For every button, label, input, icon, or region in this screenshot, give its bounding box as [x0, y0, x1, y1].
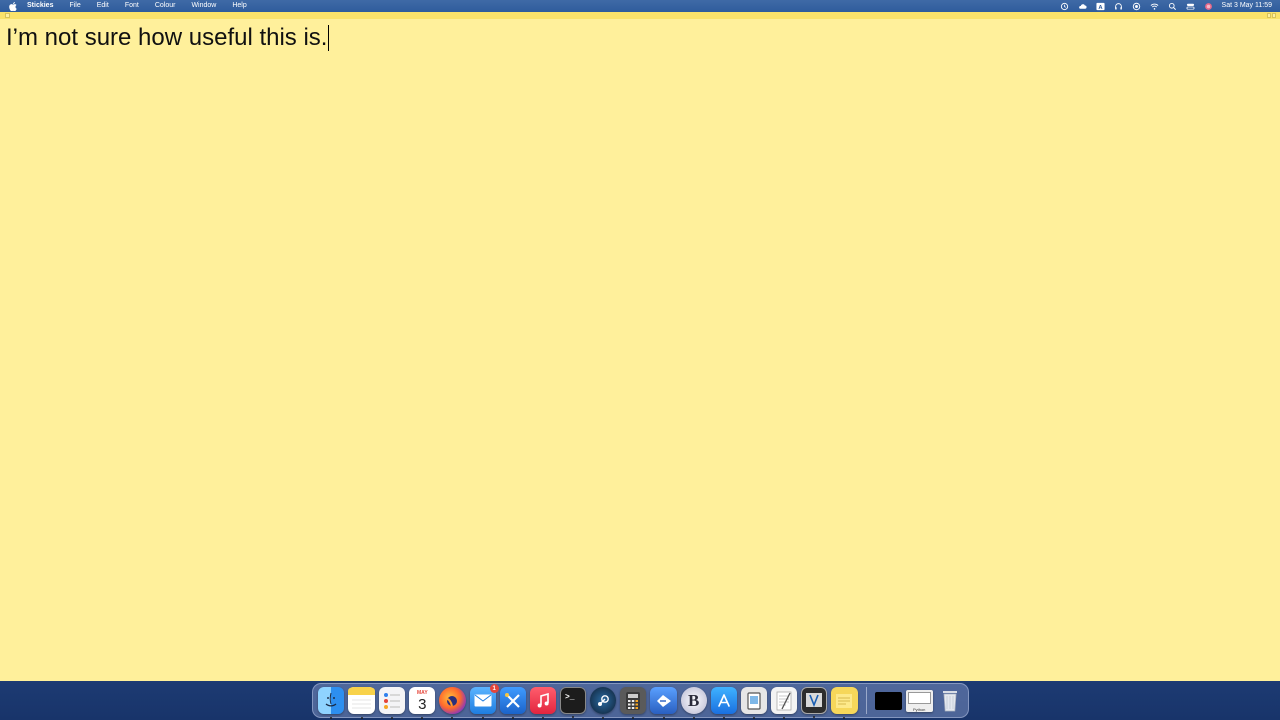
sticky-zoom-box[interactable]: [1267, 13, 1276, 18]
keyboard-input-icon[interactable]: A: [1093, 0, 1108, 12]
steam-icon[interactable]: [590, 687, 617, 719]
python-window-label: Python: [912, 706, 926, 712]
menu-colour[interactable]: Colour: [155, 0, 184, 12]
calendar-day: 3: [418, 695, 427, 713]
menu-help[interactable]: Help: [232, 0, 254, 12]
app-store-icon[interactable]: [710, 687, 737, 719]
sticky-note-text-area[interactable]: I’m not sure how useful this is.: [6, 23, 330, 53]
sticky-note-text: I’m not sure how useful this is.: [6, 24, 328, 51]
siri-icon[interactable]: [1201, 0, 1216, 12]
sticky-note-titlebar[interactable]: [0, 12, 1280, 19]
menu-bar-clock[interactable]: Sat 3 May 11:59: [1222, 0, 1272, 12]
python-window-thumbnail-icon[interactable]: Python: [905, 689, 933, 712]
cloud-icon[interactable]: [1075, 0, 1090, 12]
menu-bar-status-area: A Sat 3 May 11:59: [1054, 0, 1280, 12]
reminders-icon[interactable]: [379, 687, 406, 719]
running-indicator: [541, 717, 544, 719]
dock: MAY 3 1 >_ B Python: [312, 683, 969, 719]
notes-icon[interactable]: [348, 687, 376, 719]
app-menu-stickies[interactable]: Stickies: [27, 0, 61, 12]
black-window-thumbnail-icon[interactable]: [874, 691, 902, 710]
finder-icon[interactable]: [318, 687, 345, 719]
running-indicator: [722, 717, 725, 719]
running-indicator: [360, 717, 363, 719]
music-icon[interactable]: [529, 687, 556, 719]
sticky-note-window: I’m not sure how useful this is.: [0, 12, 1280, 681]
wifi-icon[interactable]: [1147, 0, 1162, 12]
terminal-icon[interactable]: >_: [559, 687, 587, 718]
running-indicator: [511, 717, 514, 719]
textedit-icon[interactable]: [771, 687, 798, 719]
search-icon[interactable]: [1165, 0, 1180, 12]
menu-font[interactable]: Font: [125, 0, 147, 12]
control-center-icon[interactable]: [1183, 0, 1198, 12]
bbedit-icon[interactable]: B: [680, 687, 707, 719]
menu-window[interactable]: Window: [191, 0, 224, 12]
firefox-icon[interactable]: [439, 687, 466, 719]
screen-record-icon[interactable]: [1129, 0, 1144, 12]
trash-icon[interactable]: [937, 687, 963, 714]
menu-edit[interactable]: Edit: [97, 0, 117, 12]
running-indicator: [752, 717, 755, 719]
menu-bar: Stickies File Edit Font Colour Window He…: [0, 0, 1280, 12]
swift-icon[interactable]: [650, 687, 677, 719]
menu-bar-left: Stickies File Edit Font Colour Window He…: [0, 0, 255, 12]
running-indicator: [692, 717, 695, 719]
vim-icon[interactable]: [801, 687, 828, 718]
text-cursor: [328, 25, 330, 51]
sticky-close-box[interactable]: [5, 13, 10, 18]
preview-icon[interactable]: [740, 687, 768, 719]
headphones-icon[interactable]: [1111, 0, 1126, 12]
calendar-icon[interactable]: MAY 3: [409, 687, 436, 719]
mail-badge: 1: [489, 684, 499, 693]
mail-icon[interactable]: 1: [469, 684, 499, 719]
time-machine-icon[interactable]: [1057, 0, 1072, 12]
calculator-icon[interactable]: [620, 687, 647, 719]
running-indicator: [662, 717, 665, 719]
stickies-icon[interactable]: [831, 687, 858, 719]
apple-menu-icon[interactable]: [0, 1, 26, 11]
running-indicator: [572, 716, 575, 718]
dock-separator: [865, 687, 867, 714]
menu-file[interactable]: File: [69, 0, 88, 12]
running-indicator: [813, 716, 816, 718]
running-indicator: [481, 717, 484, 719]
tools-icon[interactable]: [499, 687, 526, 719]
